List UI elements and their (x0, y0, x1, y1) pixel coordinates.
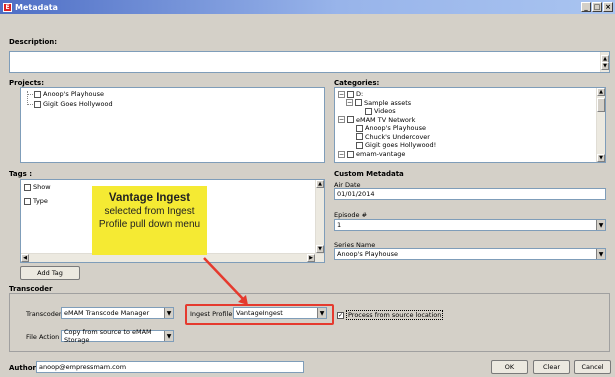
tag-item[interactable]: Show (24, 183, 51, 191)
transcoder-label: Transcoder (26, 310, 62, 318)
category-item[interactable]: Videos (365, 107, 396, 115)
checkbox-icon[interactable] (365, 107, 372, 115)
file-action-label: File Action (26, 333, 60, 341)
tags-label: Tags : (9, 170, 33, 178)
checkbox-icon[interactable] (347, 116, 354, 123)
minimize-button[interactable]: _ (581, 2, 591, 12)
close-button[interactable]: × (603, 2, 613, 12)
series-name-value: Anoop's Playhouse (337, 250, 399, 258)
callout-title: Vantage Ingest (108, 192, 191, 204)
categories-tree[interactable]: − D: − Sample assets Videos − eMAM TV Ne… (334, 87, 606, 163)
tag-item-label: Show (33, 183, 51, 191)
checkbox-icon[interactable] (34, 90, 41, 98)
checkbox-icon[interactable] (34, 100, 41, 108)
project-item[interactable]: Anoop's Playhouse (34, 90, 104, 98)
category-item[interactable]: − Sample assets (346, 99, 411, 107)
category-item-label: emam-vantage (356, 150, 406, 158)
annotation-callout: Vantage Ingest selected from Ingest Prof… (92, 186, 207, 255)
transcoder-section-label: Transcoder (9, 285, 53, 293)
scroll-down-icon[interactable]: ▼ (597, 154, 605, 162)
projects-tree[interactable]: Anoop's Playhouse Gigit Goes Hollywood (20, 87, 325, 163)
collapse-icon[interactable]: − (346, 99, 353, 106)
scroll-down-icon[interactable]: ▼ (316, 245, 324, 253)
chevron-down-icon[interactable]: ▼ (596, 249, 605, 259)
window-title: Metadata (15, 2, 58, 12)
file-action-value: Copy from source to eMAM Storage (64, 328, 152, 344)
episode-value: 1 (337, 221, 342, 229)
collapse-icon[interactable]: − (338, 116, 345, 123)
process-from-source-label: Process from source location (346, 310, 444, 320)
project-item-label: Anoop's Playhouse (43, 90, 105, 98)
description-field[interactable]: ▲ ▼ (9, 51, 610, 73)
chevron-down-icon[interactable]: ▼ (596, 220, 605, 230)
scroll-thumb[interactable] (597, 98, 605, 112)
scroll-left-icon[interactable]: ◀ (21, 254, 29, 262)
custom-metadata-label: Custom Metadata (334, 170, 404, 178)
window-controls: _ □ × (581, 2, 613, 12)
categories-scrollbar[interactable]: ▲ ▼ (596, 88, 605, 162)
clear-button[interactable]: Clear (533, 360, 570, 374)
transcoder-select[interactable]: eMAM Transcode Manager ▼ (61, 307, 174, 319)
categories-label: Categories: (334, 79, 380, 87)
checkbox-icon[interactable] (347, 90, 354, 98)
ok-button[interactable]: OK (491, 360, 528, 374)
category-item-label: Chuck's Undercover (365, 132, 430, 141)
maximize-button[interactable]: □ (592, 2, 602, 12)
project-item[interactable]: Gigit Goes Hollywood (34, 100, 113, 108)
projects-label: Projects: (9, 79, 44, 87)
ingest-profile-highlight (185, 304, 334, 325)
category-item[interactable]: Chuck's Undercover (356, 133, 430, 141)
category-item-label: Sample assets (364, 98, 412, 107)
checkbox-icon[interactable] (356, 133, 363, 140)
description-scrollbar[interactable]: ▲ ▼ (600, 52, 609, 72)
scroll-up-icon[interactable]: ▲ (597, 88, 605, 96)
checkbox-icon[interactable] (356, 141, 363, 149)
tags-scrollbar[interactable]: ▲ ▼ (315, 180, 324, 253)
category-item[interactable]: Anoop's Playhouse (356, 124, 426, 132)
add-tag-button[interactable]: Add Tag (20, 266, 80, 280)
category-item[interactable]: − emam-vantage (338, 150, 405, 158)
file-action-select[interactable]: Copy from source to eMAM Storage ▼ (61, 328, 174, 344)
category-item[interactable]: Gigit goes Hollywood! (356, 141, 436, 149)
author-field[interactable]: anoop@empressmam.com (36, 361, 304, 373)
scroll-up-icon[interactable]: ▲ (316, 180, 324, 188)
title-bar: E Metadata _ □ × (0, 0, 615, 14)
category-item-label: D: (356, 90, 364, 98)
process-from-source-checkbox[interactable]: ✓ Process from source location (337, 310, 444, 320)
app-logo-icon: E (3, 2, 12, 12)
category-item[interactable]: − D: (338, 90, 363, 98)
checkbox-icon[interactable] (356, 124, 363, 132)
scroll-right-icon[interactable]: ▶ (307, 254, 315, 262)
episode-label: Episode # (334, 211, 368, 219)
checkbox-checked-icon[interactable]: ✓ (337, 311, 344, 319)
category-item-label: Gigit goes Hollywood! (365, 141, 437, 149)
checkbox-icon[interactable] (355, 99, 362, 106)
author-label: Author (9, 364, 36, 372)
category-item-label: Videos (374, 107, 396, 115)
project-item-label: Gigit Goes Hollywood (43, 100, 113, 108)
chevron-down-icon[interactable]: ▼ (164, 331, 173, 341)
description-label: Description: (9, 38, 58, 46)
tag-item-label: Type (33, 197, 48, 205)
series-name-select[interactable]: Anoop's Playhouse ▼ (334, 248, 606, 260)
tag-item[interactable]: Type (24, 197, 48, 205)
checkbox-icon[interactable] (24, 183, 31, 191)
collapse-icon[interactable]: − (338, 90, 345, 98)
air-date-field[interactable]: 01/01/2014 (334, 188, 606, 200)
checkbox-icon[interactable] (24, 197, 31, 205)
episode-select[interactable]: 1 ▼ (334, 219, 606, 231)
category-item-label: Anoop's Playhouse (365, 124, 427, 132)
checkbox-icon[interactable] (347, 150, 354, 158)
callout-body: selected from Ingest Profile pull down m… (98, 206, 201, 230)
scroll-down-icon[interactable]: ▼ (601, 62, 609, 70)
cancel-button[interactable]: Cancel (574, 360, 611, 374)
category-item-label: eMAM TV Network (356, 115, 416, 124)
transcoder-value: eMAM Transcode Manager (64, 309, 150, 317)
category-item[interactable]: − eMAM TV Network (338, 116, 415, 124)
collapse-icon[interactable]: − (338, 150, 345, 158)
chevron-down-icon[interactable]: ▼ (164, 308, 173, 318)
